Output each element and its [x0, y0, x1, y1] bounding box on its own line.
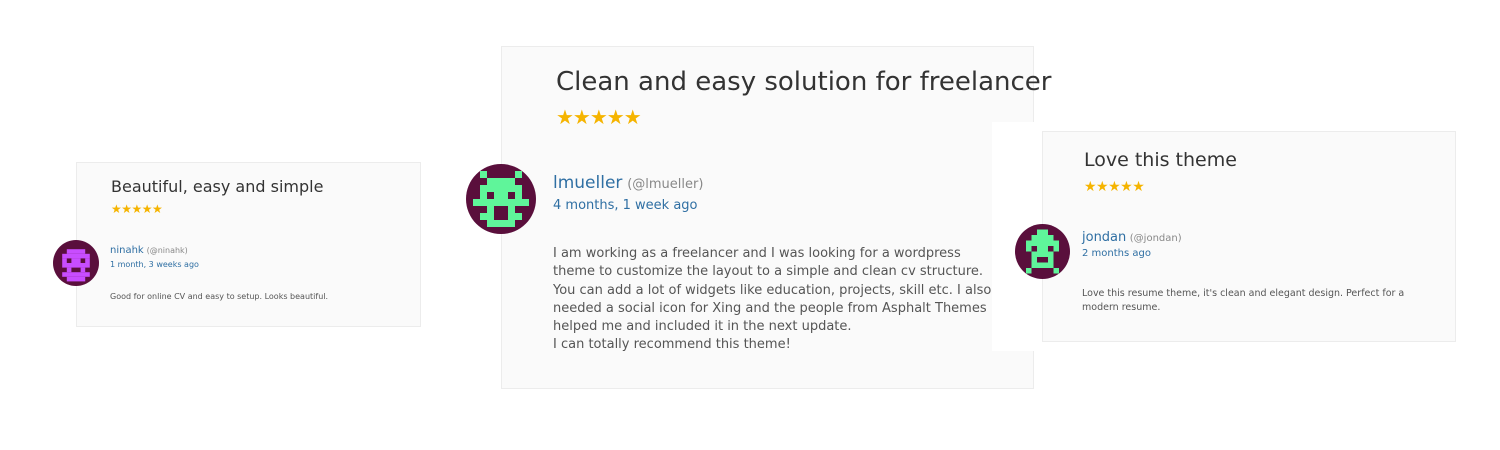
testimonial-title: Beautiful, easy and simple [111, 177, 324, 196]
rating-stars: ★★★★★ [111, 202, 163, 216]
testimonial-paragraph: Good for online CV and easy to setup. Lo… [110, 292, 329, 301]
testimonial-card: Love this theme ★★★★★ jondan (@jondan) 2… [1015, 131, 1456, 342]
testimonials-carousel: Beautiful, easy and simple ★★★★★ ninahk [0, 0, 1500, 450]
author-name-link[interactable]: jondan [1082, 230, 1126, 245]
rating-stars: ★★★★★ [556, 105, 642, 129]
identicon-avatar-icon [1015, 224, 1070, 279]
review-time[interactable]: 1 month, 3 weeks ago [110, 260, 199, 269]
star-icon: ★★★★★ [556, 105, 642, 129]
testimonial-paragraph: I am working as a freelancer and I was l… [553, 246, 984, 280]
testimonial-paragraph: Love this resume theme, it's clean and e… [1082, 288, 1405, 313]
testimonial-paragraph: I can totally recommend this theme! [553, 337, 791, 353]
testimonial-card: Clean and easy solution for freelancer ★… [466, 46, 1051, 389]
author-handle: (@jondan) [1129, 233, 1182, 244]
author-name-link[interactable]: lmueller [553, 173, 622, 193]
testimonial-body: Love this resume theme, it's clean and e… [1082, 287, 1422, 315]
star-icon: ★★★★★ [1084, 179, 1145, 195]
avatar[interactable] [53, 240, 99, 286]
testimonial-title: Love this theme [1084, 149, 1237, 171]
identicon-avatar-icon [466, 164, 536, 234]
avatar[interactable] [466, 164, 536, 234]
author-handle: (@ninahk) [146, 246, 188, 255]
author-meta: jondan (@jondan) 2 months ago [1082, 230, 1182, 259]
author-meta: lmueller (@lmueller) 4 months, 1 week ag… [553, 173, 703, 213]
identicon-avatar-icon [53, 240, 99, 286]
avatar[interactable] [1015, 224, 1070, 279]
star-icon: ★★★★★ [111, 202, 163, 216]
review-time[interactable]: 2 months ago [1082, 248, 1182, 259]
author-handle: (@lmueller) [627, 177, 704, 192]
author-meta: ninahk (@ninahk) 1 month, 3 weeks ago [110, 245, 199, 269]
review-time[interactable]: 4 months, 1 week ago [553, 198, 703, 213]
rating-stars: ★★★★★ [1084, 179, 1145, 195]
testimonial-title: Clean and easy solution for freelancer [556, 67, 1052, 97]
testimonial-paragraph: You can add a lot of widgets like educat… [553, 282, 992, 335]
testimonial-body: I am working as a freelancer and I was l… [553, 245, 1003, 355]
author-name-link[interactable]: ninahk [110, 245, 144, 256]
testimonial-body: Good for online CV and easy to setup. Lo… [110, 292, 400, 301]
testimonial-card: Beautiful, easy and simple ★★★★★ ninahk [53, 162, 421, 327]
